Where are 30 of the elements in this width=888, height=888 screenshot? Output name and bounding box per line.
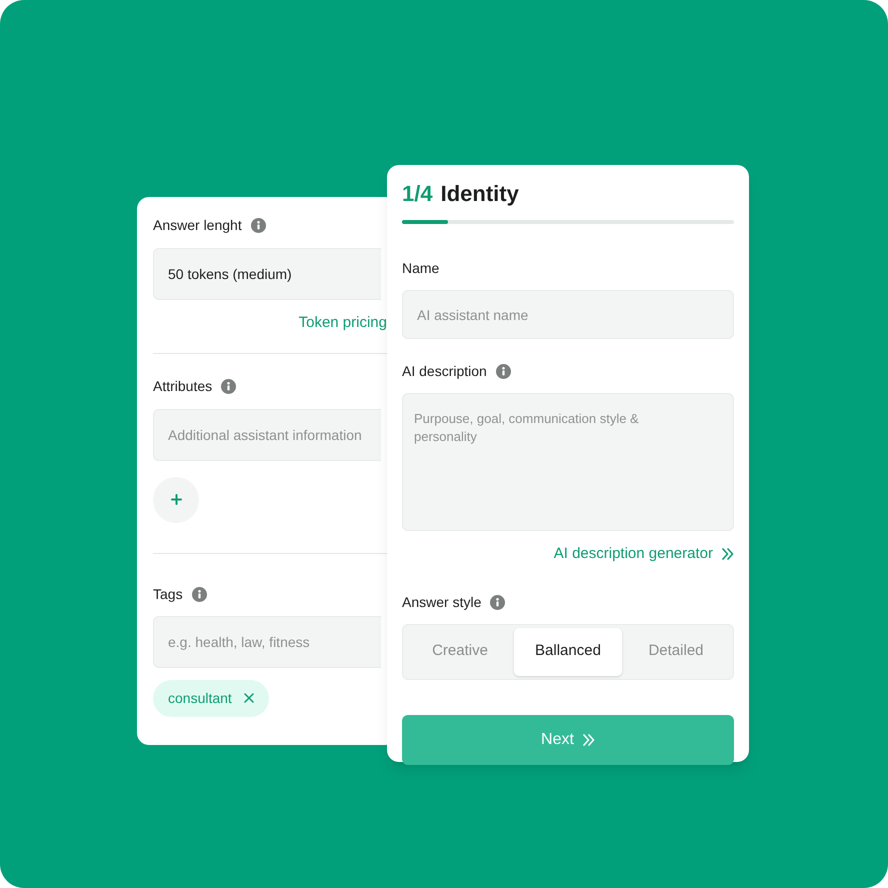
field-label: Answer style (402, 592, 482, 612)
double-chevron-icon (582, 734, 595, 746)
style-option[interactable]: Detailed (622, 628, 730, 676)
field-label: Attributes (153, 376, 212, 396)
input-field[interactable]: 50 tokens (medium) (153, 248, 381, 300)
style-option[interactable]: Ballanced (514, 628, 622, 676)
token-pricing-link[interactable]: Token pricing (298, 312, 387, 334)
plus-icon (170, 494, 182, 505)
style-option[interactable]: Creative (406, 628, 514, 676)
double-chevron-icon (721, 548, 734, 560)
info-icon[interactable] (192, 586, 207, 602)
field-label: AI description (402, 362, 487, 381)
description-generator-link[interactable]: AI description generator (554, 543, 734, 566)
input-field[interactable]: AI assistant name (402, 290, 734, 339)
info-icon[interactable] (496, 364, 511, 379)
input-field[interactable]: Additional assistant information (153, 408, 381, 460)
card-title: Identity (440, 180, 519, 208)
field-label: Answer lenght (153, 216, 242, 235)
info-icon[interactable] (221, 378, 236, 394)
info-icon[interactable] (490, 594, 506, 610)
info-icon[interactable] (250, 218, 266, 233)
field-label: Tags (153, 584, 183, 604)
step-counter: 1/4 (402, 180, 433, 208)
next-button[interactable]: Next (402, 714, 734, 764)
close-icon (244, 693, 254, 703)
remove-tag-button[interactable] (244, 693, 254, 703)
tag-label: consultant (168, 688, 232, 708)
field-label: Name (402, 259, 440, 278)
input-field[interactable]: e.g. health, law, fitness (153, 616, 381, 668)
description-textarea[interactable]: Purpouse, goal, communication style & personality (402, 393, 734, 531)
